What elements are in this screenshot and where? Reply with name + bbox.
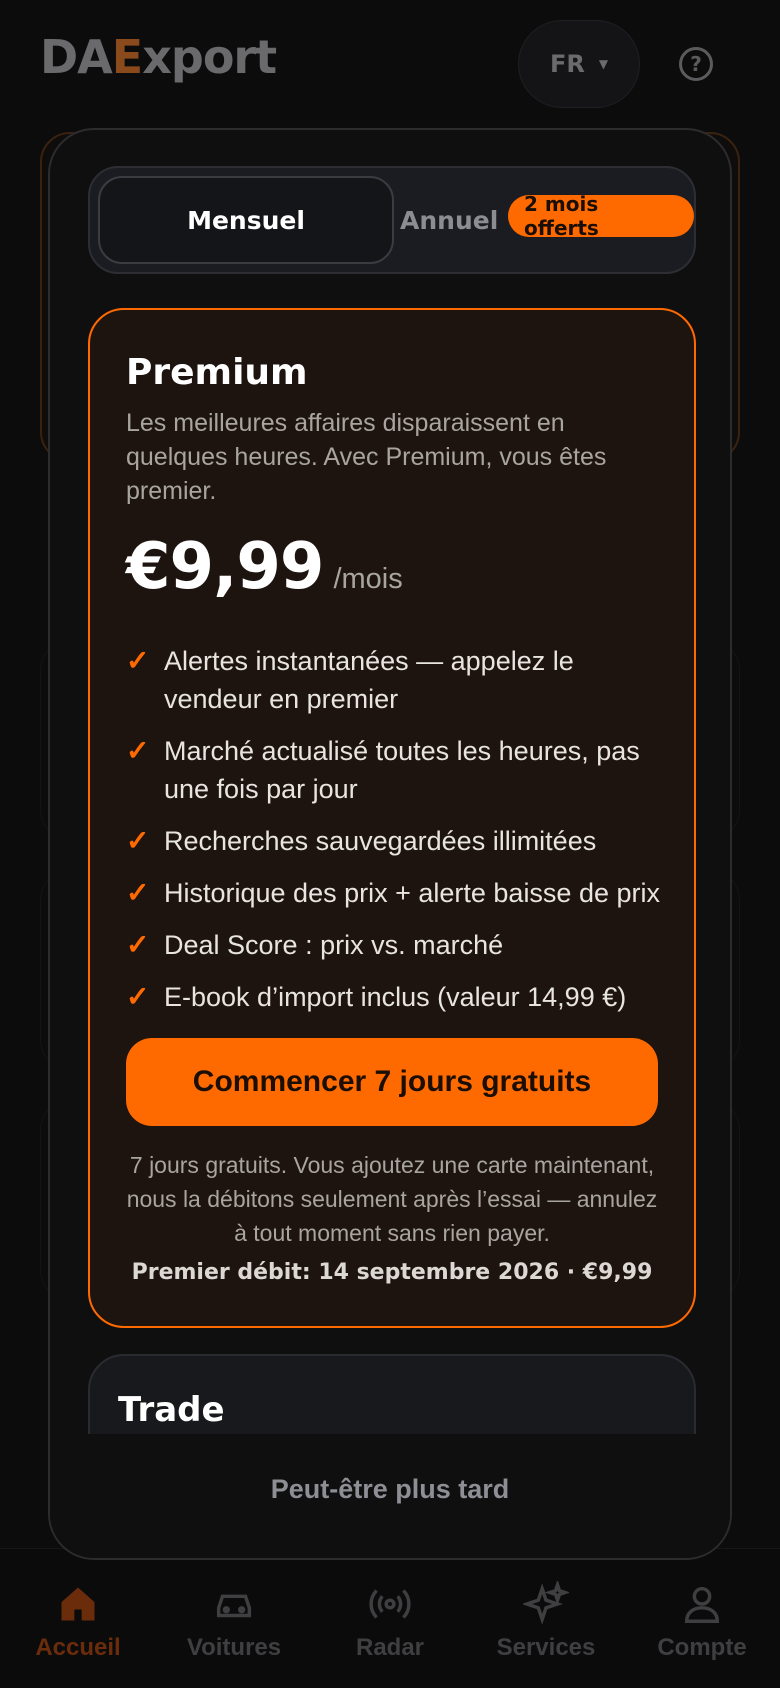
check-icon: ✓ [126, 877, 150, 908]
nav-item-compte[interactable]: Compte [624, 1549, 780, 1688]
language-selector[interactable]: FR ▼ [518, 20, 640, 108]
plan-title: Premium [126, 352, 308, 393]
help-icon[interactable]: ? [679, 47, 713, 81]
billing-toggle: Mensuel Annuel 2 mois offerts [88, 166, 696, 274]
subscription-modal: Mensuel Annuel 2 mois offerts Premium Le… [48, 128, 732, 1560]
maybe-later-link[interactable]: Peut-être plus tard [271, 1474, 510, 1505]
feature-item: ✓ Historique des prix + alerte baisse de… [126, 874, 676, 912]
nav-label: Voitures [186, 1633, 282, 1661]
plan-period: /mois [333, 563, 403, 595]
app-header: DAExport FR ▼ ? [0, 0, 780, 130]
trial-note: 7 jours gratuits. Vous ajoutez une carte… [126, 1152, 658, 1246]
feature-item: ✓ Marché actualisé toutes les heures, pa… [126, 732, 676, 808]
plan-title: Trade [118, 1390, 225, 1430]
premium-plan-card: Premium Les meilleures affaires disparai… [88, 308, 696, 1328]
nav-label: Accueil [35, 1633, 121, 1661]
car-icon [210, 1580, 258, 1628]
check-icon: ✓ [126, 735, 150, 766]
feature-text: Recherches sauvegardées illimitées [164, 826, 597, 856]
nav-label: Radar [355, 1633, 425, 1661]
bottom-nav: Accueil Voitures Radar Services Compte [0, 1548, 780, 1688]
plan-description: Les meilleures affaires disparaissent en… [126, 409, 607, 505]
feature-text: Marché actualisé toutes les heures, pas … [164, 736, 640, 804]
nav-item-radar[interactable]: Radar [312, 1549, 468, 1688]
feature-text: E-book d’import inclus (valeur 14,99 €) [164, 982, 627, 1012]
check-icon: ✓ [126, 929, 150, 960]
app-logo: DAExport [40, 30, 277, 84]
user-icon [678, 1580, 726, 1628]
toggle-annual-option[interactable]: Annuel [400, 168, 498, 272]
home-icon [54, 1580, 102, 1628]
feature-text: Historique des prix + alerte baisse de p… [164, 878, 660, 908]
later-bar: Peut-être plus tard [50, 1434, 730, 1558]
nav-item-voitures[interactable]: Voitures [156, 1549, 312, 1688]
radar-icon [366, 1580, 414, 1628]
nav-label: Services [496, 1633, 596, 1661]
feature-item: ✓ E-book d’import inclus (valeur 14,99 €… [126, 978, 676, 1016]
toggle-monthly-option[interactable]: Mensuel [98, 176, 394, 264]
nav-label: Compte [657, 1633, 747, 1661]
start-trial-button[interactable]: Commencer 7 jours gratuits [126, 1038, 658, 1126]
nav-item-services[interactable]: Services [468, 1549, 624, 1688]
price-row: €9,99 /mois [126, 530, 403, 604]
language-label: FR [549, 50, 585, 78]
plan-price: €9,99 [126, 530, 324, 604]
feature-list: ✓ Alertes instantanées — appelez le vend… [126, 642, 676, 1030]
check-icon: ✓ [126, 825, 150, 856]
feature-item: ✓ Recherches sauvegardées illimitées [126, 822, 676, 860]
feature-item: ✓ Alertes instantanées — appelez le vend… [126, 642, 676, 718]
check-icon: ✓ [126, 645, 150, 676]
first-charge-text: Premier débit: 14 septembre 2026 · €9,99 [131, 1260, 653, 1285]
feature-text: Deal Score : prix vs. marché [164, 930, 504, 960]
feature-text: Alertes instantanées — appelez le vendeu… [164, 646, 574, 714]
check-icon: ✓ [126, 981, 150, 1012]
feature-item: ✓ Deal Score : prix vs. marché [126, 926, 676, 964]
offer-badge: 2 mois offerts [508, 192, 694, 240]
nav-item-accueil[interactable]: Accueil [0, 1549, 156, 1688]
sparkles-icon [522, 1580, 570, 1628]
chevron-down-icon: ▼ [598, 57, 609, 71]
